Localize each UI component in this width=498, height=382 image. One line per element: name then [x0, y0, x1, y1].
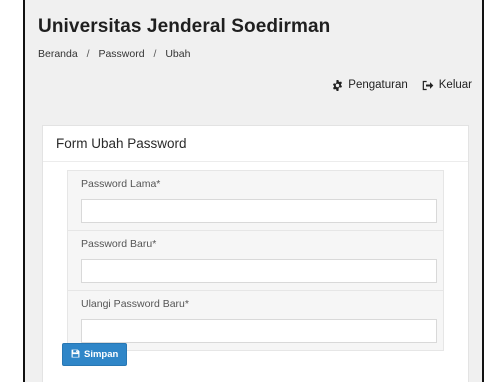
breadcrumb-item-password[interactable]: Password: [98, 48, 144, 60]
breadcrumb-item-beranda[interactable]: Beranda: [38, 48, 78, 60]
save-button[interactable]: Simpan: [62, 343, 128, 366]
settings-link[interactable]: Pengaturan: [332, 79, 408, 91]
old-password-group: Password Lama*: [68, 171, 443, 231]
new-password-label: Password Baru*: [81, 238, 157, 250]
app-frame: Universitas Jenderal Soedirman Beranda /…: [23, 0, 484, 382]
breadcrumb-item-ubah: Ubah: [165, 48, 191, 60]
confirm-password-label: Ulangi Password Baru*: [81, 298, 189, 310]
old-password-input[interactable]: [81, 199, 437, 223]
old-password-label: Password Lama*: [81, 178, 161, 190]
logout-label: Keluar: [438, 79, 472, 91]
new-password-group: Password Baru*: [68, 231, 443, 291]
change-password-panel: Form Ubah Password Password Lama* Passwo…: [42, 125, 469, 382]
breadcrumb: Beranda / Password / Ubah: [38, 48, 190, 60]
logout-link[interactable]: Keluar: [422, 79, 472, 91]
breadcrumb-separator: /: [86, 48, 90, 60]
logout-icon: [422, 80, 434, 91]
save-button-label: Simpan: [84, 349, 119, 360]
top-navigation: Pengaturan Keluar: [332, 79, 472, 91]
breadcrumb-separator: /: [153, 48, 157, 60]
settings-label: Pengaturan: [348, 79, 408, 91]
confirm-password-group: Ulangi Password Baru*: [68, 291, 443, 350]
panel-title: Form Ubah Password: [43, 126, 468, 162]
app-title: Universitas Jenderal Soedirman: [38, 16, 331, 37]
confirm-password-input[interactable]: [81, 319, 437, 343]
new-password-input[interactable]: [81, 259, 437, 283]
save-icon: [71, 349, 80, 361]
password-form: Password Lama* Password Baru* Ulangi Pas…: [67, 170, 444, 351]
gear-icon: [332, 79, 343, 91]
